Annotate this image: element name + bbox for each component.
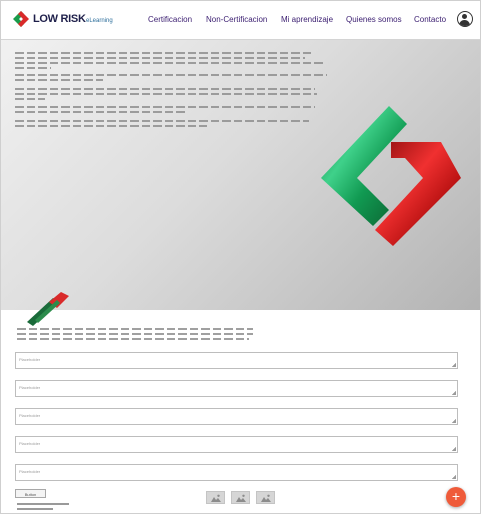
hero-banner [1, 40, 480, 310]
footer-text-line [17, 503, 69, 505]
resize-grip[interactable] [452, 419, 456, 423]
hero-text-line [15, 120, 309, 122]
hero-text-line [15, 106, 315, 108]
form-field[interactable]: Placeholder [15, 352, 458, 369]
form-field[interactable]: Placeholder [15, 380, 458, 397]
hero-text-line [15, 79, 103, 81]
section-logo-icon [27, 292, 69, 326]
hero-text-line [15, 67, 51, 69]
hero-text-line [15, 93, 317, 95]
hero-text-line [15, 98, 45, 100]
hero-text-line [15, 125, 207, 127]
brand-name: LOW RISK [33, 13, 86, 25]
intro-text-line [17, 333, 253, 335]
hero-logo-graphic [321, 106, 461, 246]
form-field[interactable]: Placeholder [15, 464, 458, 481]
page: LOW RISK eLearning Certificacion Non-Cer… [0, 0, 481, 514]
hero-text-line [15, 88, 315, 90]
submit-button[interactable]: Button [15, 489, 46, 498]
form-field[interactable]: Placeholder [15, 436, 458, 453]
intro-text-line [17, 328, 253, 330]
resize-grip[interactable] [452, 447, 456, 451]
footer-text-line [17, 508, 53, 510]
nav-non-certificacion[interactable]: Non-Certificacion [206, 15, 267, 24]
image-icon[interactable] [256, 491, 275, 504]
intro-text-line [17, 338, 249, 340]
hero-text-line [15, 52, 311, 54]
logo-mark-icon [13, 11, 29, 27]
resize-grip[interactable] [452, 475, 456, 479]
nav-certificacion[interactable]: Certificacion [148, 15, 192, 24]
brand-sub: eLearning [86, 18, 113, 24]
field-placeholder: Placeholder [19, 357, 41, 362]
resize-grip[interactable] [452, 391, 456, 395]
brand-logo[interactable]: LOW RISK eLearning [12, 10, 122, 30]
field-placeholder: Placeholder [19, 385, 41, 390]
hero-text-line [15, 62, 325, 64]
nav-quienes-somos[interactable]: Quienes somos [346, 15, 402, 24]
image-icon[interactable] [231, 491, 250, 504]
form-field[interactable]: Placeholder [15, 408, 458, 425]
nav-contacto[interactable]: Contacto [414, 15, 446, 24]
hero-text-line [15, 57, 305, 59]
resize-grip[interactable] [452, 363, 456, 367]
image-icon[interactable] [206, 491, 225, 504]
nav-mi-aprendizaje[interactable]: Mi aprendizaje [281, 15, 333, 24]
field-placeholder: Placeholder [19, 469, 41, 474]
add-fab-button[interactable]: + [446, 487, 466, 507]
user-icon[interactable] [457, 11, 473, 27]
hero-text-line [15, 74, 327, 76]
hero-text-line [15, 111, 187, 113]
field-placeholder: Placeholder [19, 441, 41, 446]
field-placeholder: Placeholder [19, 413, 41, 418]
site-header: LOW RISK eLearning Certificacion Non-Cer… [1, 1, 480, 40]
